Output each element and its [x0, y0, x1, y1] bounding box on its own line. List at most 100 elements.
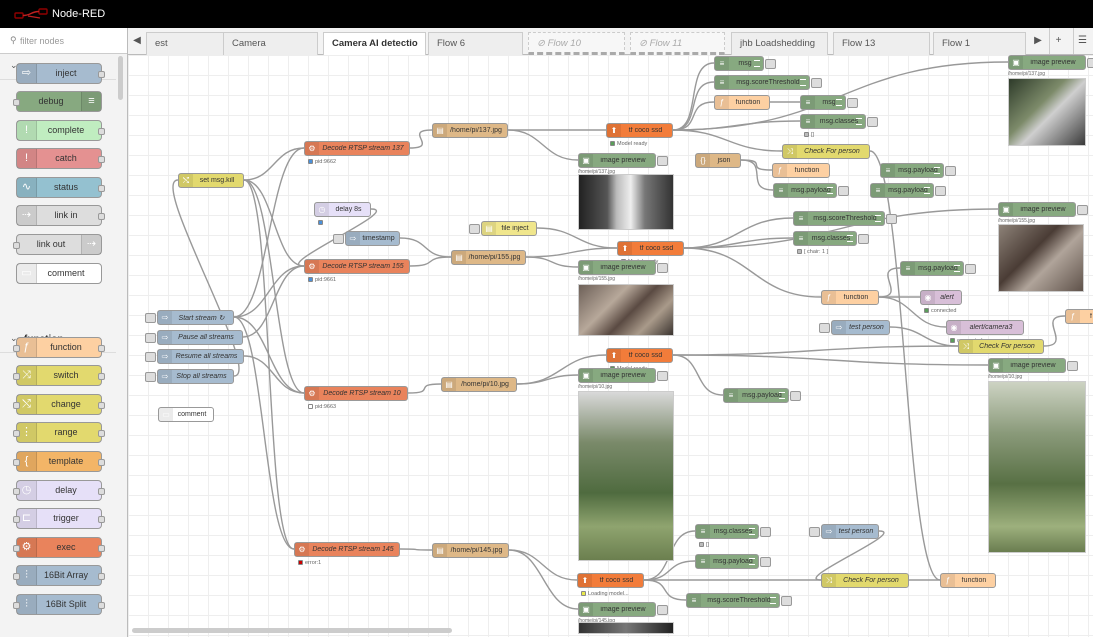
flow-node-checkperson1[interactable]: ⤨ Check For person — [782, 144, 870, 159]
flow-node-function1[interactable]: ƒ function — [714, 95, 770, 110]
wire[interactable] — [672, 354, 989, 366]
flow-node-payload3[interactable]: ≡ msg.payload — [870, 183, 946, 198]
flow-node-payload4[interactable]: ≡ msg.payload — [900, 261, 976, 276]
wire[interactable] — [233, 265, 305, 318]
wire[interactable] — [507, 129, 579, 161]
flow-node-resumestreams[interactable]: ⇨ Resume all streams — [145, 349, 244, 364]
palette-node-complete[interactable]: ! complete — [16, 120, 105, 141]
wire[interactable] — [409, 256, 452, 267]
scroll-tabs-right-icon[interactable]: ▶ — [1029, 28, 1047, 54]
inject-button[interactable] — [469, 224, 480, 234]
node-toggle-button[interactable] — [945, 166, 956, 176]
palette-node-16bit-array[interactable]: ⫶ 16Bit Array — [13, 565, 105, 586]
wire[interactable] — [672, 345, 959, 356]
node-toggle-button[interactable] — [886, 214, 897, 224]
wire[interactable] — [643, 579, 687, 601]
flow-node-classes2[interactable]: ≡ msg.classes — [793, 231, 869, 246]
flow-node-decode137[interactable]: ⚙ Decode RTSP stream 137 — [304, 141, 410, 156]
flow-node-tfcoco4[interactable]: ⬆ tf coco ssd — [577, 573, 644, 588]
wire[interactable] — [643, 560, 696, 581]
flow-node-alert[interactable]: ◉ alert — [920, 290, 962, 305]
tab-flow-1[interactable]: Flow 1 — [933, 32, 1026, 55]
flow-node-payload2[interactable]: ≡ msg.payload — [880, 163, 956, 178]
node-toggle-button[interactable] — [657, 156, 668, 166]
wire[interactable] — [683, 247, 822, 298]
flow-node-msg1[interactable]: ≡ msg — [714, 56, 776, 71]
palette-node-trigger[interactable]: ⊏ trigger — [13, 508, 105, 529]
flow-node-payload5[interactable]: ≡ msg.payload — [723, 388, 801, 403]
flow-node-stopstreams[interactable]: ⇨ Stop all streams — [145, 369, 234, 384]
scroll-tabs-left-icon[interactable]: ◀ — [128, 28, 146, 54]
node-toggle-button[interactable] — [657, 371, 668, 381]
palette-node-exec[interactable]: ⚙ exec — [13, 537, 105, 558]
node-toggle-button[interactable] — [760, 527, 771, 537]
flow-node-function2[interactable]: ƒ function — [772, 163, 830, 178]
wire[interactable] — [672, 81, 715, 131]
inject-button[interactable] — [333, 234, 344, 244]
node-toggle-button[interactable] — [760, 557, 771, 567]
flow-node-checkperson2[interactable]: ⤨ Check For person — [958, 339, 1044, 354]
palette-node-debug[interactable]: ≡ debug — [13, 91, 102, 112]
flow-node-file137[interactable]: ▤/home/pi/137.jpg — [432, 123, 508, 138]
flow-node-startstream[interactable]: ⇨ Start stream ↻ — [145, 310, 234, 325]
wire[interactable] — [672, 62, 715, 131]
flow-node-alertcam3[interactable]: ◉ alert/camera3 — [946, 320, 1024, 335]
flow-node-function6[interactable]: ƒ function — [940, 573, 996, 588]
wire[interactable] — [409, 129, 433, 149]
node-toggle-button[interactable] — [657, 605, 668, 615]
flow-node-payload6[interactable]: ≡ msg.payload — [695, 554, 771, 569]
flow-node-decode155[interactable]: ⚙ Decode RTSP stream 155 — [304, 259, 410, 274]
tab-flow-11[interactable]: ⊘ Flow 11 — [630, 32, 725, 55]
tab-flow-10[interactable]: ⊘ Flow 10 — [528, 32, 625, 55]
add-flow-icon[interactable]: + — [1049, 28, 1067, 54]
wire[interactable] — [525, 256, 579, 268]
flow-node-imgprev5[interactable]: ▣ image preview — [1008, 55, 1093, 70]
flow-node-imgprev2[interactable]: ▣ image preview — [578, 260, 668, 275]
flow-node-file145[interactable]: ▤/home/pi/145.jpg — [432, 543, 509, 558]
node-toggle-button[interactable] — [935, 186, 946, 196]
wire[interactable] — [536, 227, 618, 249]
flow-node-tfcoco3[interactable]: ⬆ tf coco ssd — [606, 348, 673, 363]
inject-button[interactable] — [145, 352, 156, 362]
flow-node-testperson1[interactable]: ⇨ test person — [819, 320, 890, 335]
inject-button[interactable] — [809, 527, 820, 537]
palette-filter[interactable]: ⚲ filter nodes — [0, 28, 127, 54]
flow-node-comment[interactable]: ▭ comment — [158, 407, 214, 422]
flow-node-scorethr3[interactable]: ≡ msg.scoreThreshold — [686, 593, 792, 608]
inject-button[interactable] — [145, 372, 156, 382]
wire[interactable] — [1043, 315, 1066, 347]
flow-node-timestamp[interactable]: ⇨ timestamp — [333, 231, 400, 246]
flow-node-testperson2[interactable]: ⇨ test person — [809, 524, 879, 539]
tab-est[interactable]: est — [146, 32, 235, 55]
wire[interactable] — [399, 237, 452, 258]
node-toggle-button[interactable] — [811, 78, 822, 88]
flow-node-imgprev7[interactable]: ▣ image preview — [988, 358, 1078, 373]
palette-node-comment[interactable]: ▭ comment — [16, 263, 102, 284]
node-toggle-button[interactable] — [965, 264, 976, 274]
node-toggle-button[interactable] — [838, 186, 849, 196]
palette-node-link-out[interactable]: ⇢ link out — [13, 234, 102, 255]
flow-node-scorethr1[interactable]: ≡ msg.scoreThreshold — [714, 75, 822, 90]
wire[interactable] — [525, 247, 618, 258]
flow-node-classes1[interactable]: ≡ msg.classes — [800, 114, 878, 129]
palette-node-change[interactable]: ⤭ change — [13, 394, 105, 415]
flow-node-payload1[interactable]: ≡ msg.payload — [773, 183, 849, 198]
node-toggle-button[interactable] — [1087, 58, 1093, 68]
flow-node-decode145[interactable]: ⚙ Decode RTSP stream 145 — [294, 542, 400, 557]
palette-node-link-in[interactable]: ⇢ link in — [16, 205, 105, 226]
node-toggle-button[interactable] — [765, 59, 776, 69]
wire[interactable] — [672, 354, 724, 396]
node-toggle-button[interactable] — [781, 596, 792, 606]
tab-camera[interactable]: Camera — [223, 32, 318, 55]
tab-flow-6[interactable]: Flow 6 — [428, 32, 523, 55]
flow-node-imgprev3[interactable]: ▣ image preview — [578, 368, 668, 383]
flow-node-file10[interactable]: ▤ /home/pi/10.jpg — [441, 377, 517, 392]
flow-node-imgprev4[interactable]: ▣ image preview — [578, 602, 668, 617]
tab-camera-ai-detectio[interactable]: Camera AI detectio — [323, 32, 426, 56]
node-toggle-button[interactable] — [867, 117, 878, 127]
flow-list-icon[interactable]: ☰ — [1073, 28, 1091, 54]
wire[interactable] — [672, 129, 783, 152]
flow-node-decode10[interactable]: ⚙ Decode RTSP stream 10 — [304, 386, 408, 401]
node-toggle-button[interactable] — [858, 234, 869, 244]
flow-node-imgprev1[interactable]: ▣ image preview — [578, 153, 668, 168]
